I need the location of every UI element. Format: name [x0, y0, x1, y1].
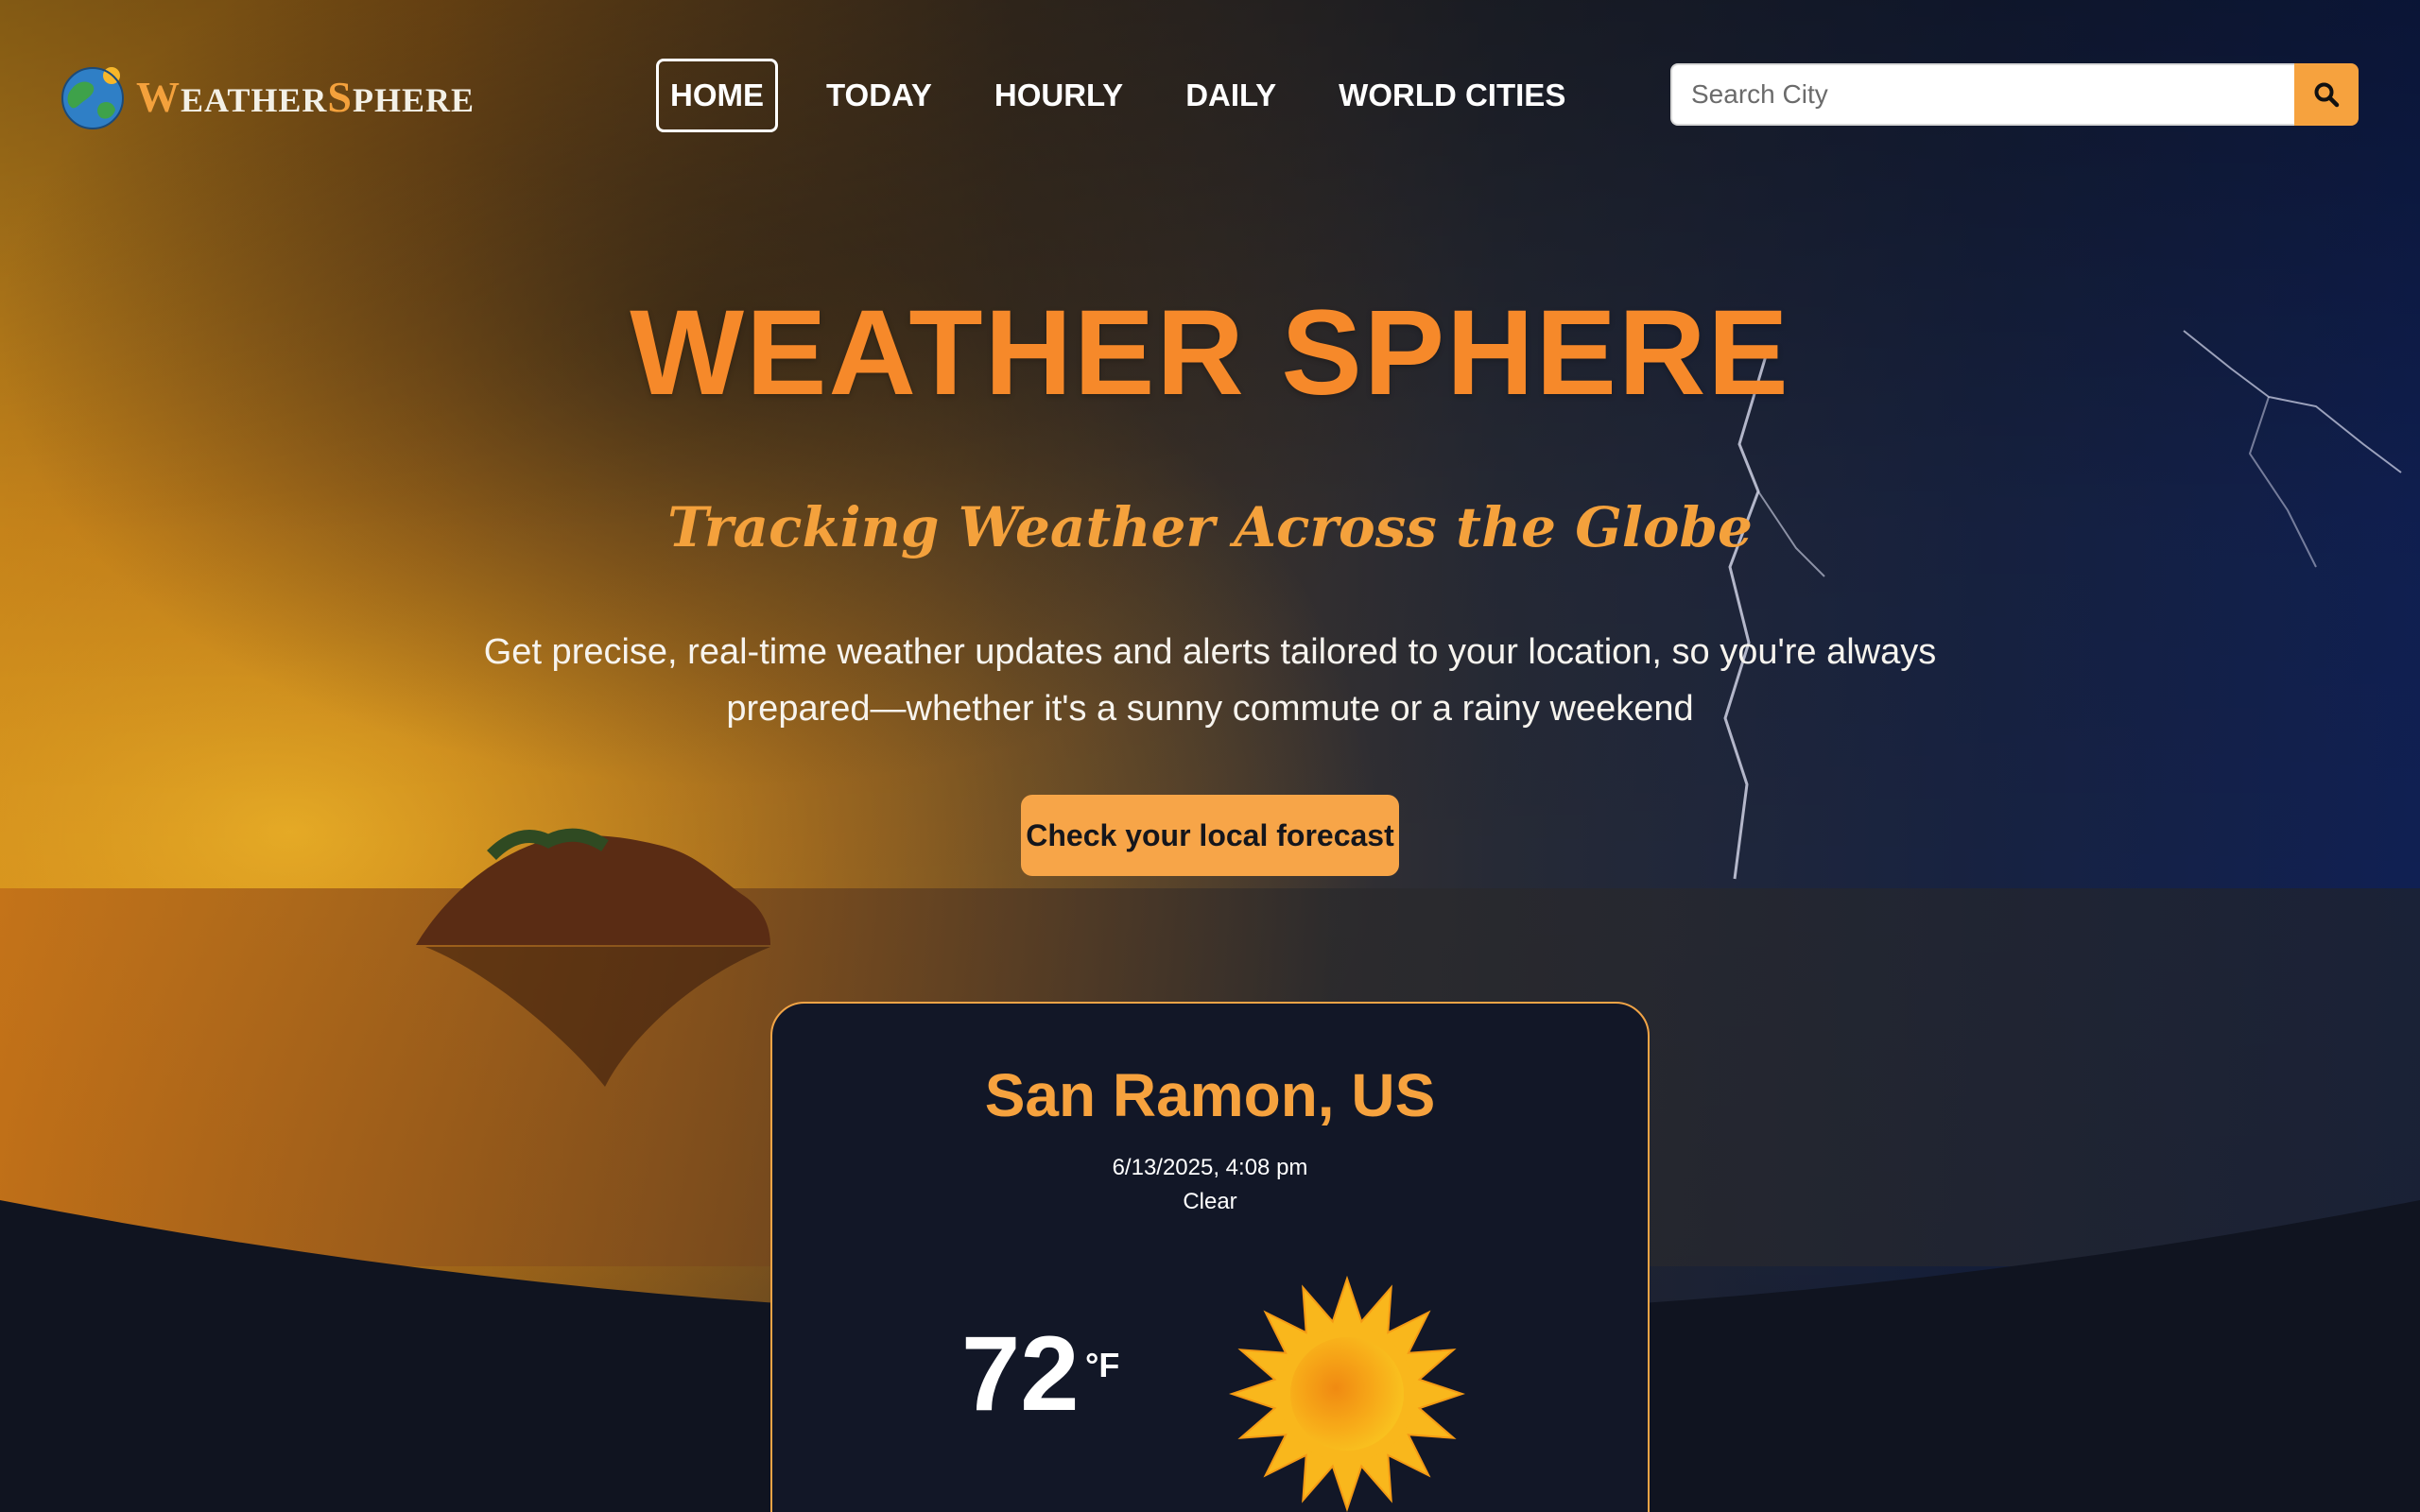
globe-icon — [61, 67, 124, 129]
weather-condition: Clear — [1183, 1189, 1237, 1214]
city-search — [1670, 63, 2359, 126]
hero-description: Get precise, real-time weather updates a… — [483, 632, 1937, 729]
temperature-unit: °F — [1085, 1346, 1120, 1384]
hero-title: WEATHER SPHERE — [630, 285, 1790, 421]
site-header: WEATHERSPHERE HOME TODAY HOURLY DAILY WO… — [0, 0, 2420, 189]
temperature-value: 72 — [961, 1314, 1080, 1433]
nav-home[interactable]: HOME — [656, 59, 778, 132]
check-forecast-button[interactable]: Check your local forecast — [1021, 795, 1399, 876]
hero-tagline: Tracking Weather Across the Globe — [667, 495, 1753, 559]
logo-word-eather: EATHER — [181, 80, 328, 119]
weather-datetime: 6/13/2025, 4:08 pm — [1112, 1155, 1308, 1180]
nav-today[interactable]: TODAY — [812, 59, 946, 132]
search-input[interactable] — [1670, 63, 2294, 126]
site-logo[interactable]: WEATHERSPHERE — [59, 62, 475, 130]
current-weather-card: San Ramon, US 6/13/2025, 4:08 pm Clear 7… — [770, 1002, 1650, 1512]
logo-word-phere: PHERE — [352, 80, 475, 119]
logo-letter-s: S — [327, 72, 353, 121]
nav-hourly[interactable]: HOURLY — [980, 59, 1137, 132]
nav-world-cities[interactable]: WORLD CITIES — [1324, 59, 1580, 132]
logo-wordmark: WEATHERSPHERE — [136, 72, 475, 122]
nav-daily[interactable]: DAILY — [1171, 59, 1290, 132]
city-name: San Ramon, US — [984, 1061, 1436, 1129]
sun-icon — [1229, 1276, 1465, 1512]
logo-letter-w: W — [136, 72, 181, 121]
search-icon — [2314, 82, 2340, 108]
page: WEATHERSPHERE HOME TODAY HOURLY DAILY WO… — [0, 0, 2420, 1512]
search-button[interactable] — [2294, 63, 2359, 126]
main-nav: HOME TODAY HOURLY DAILY WORLD CITIES — [656, 59, 1614, 132]
